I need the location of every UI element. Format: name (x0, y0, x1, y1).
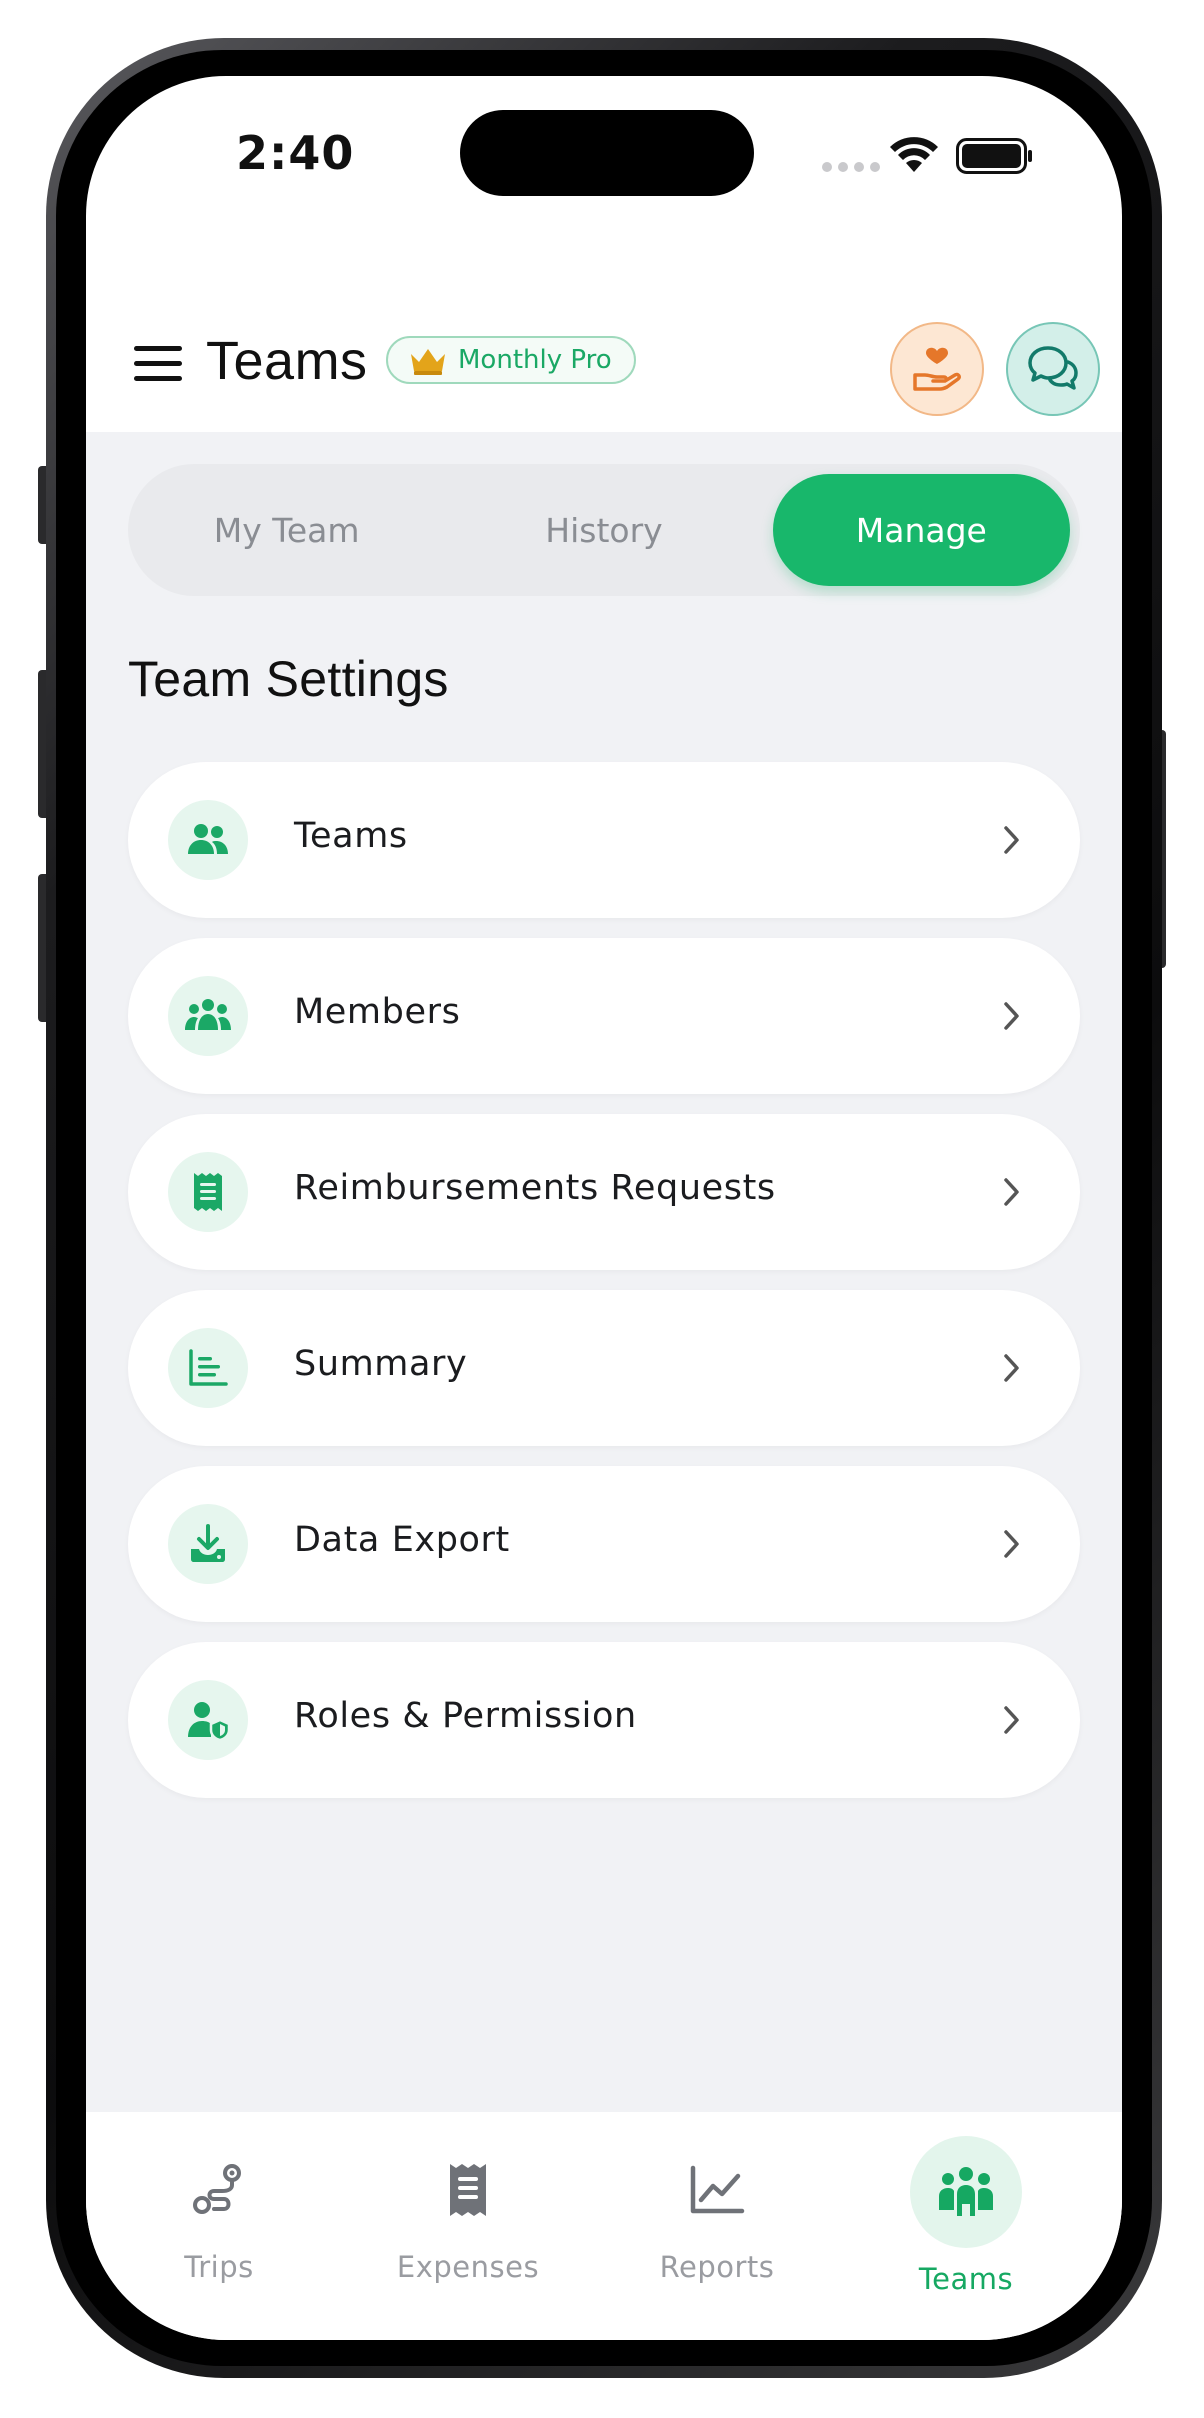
group-icon (168, 976, 248, 1056)
bottom-tab-bar: Trips Expenses Reports Teams (86, 2112, 1122, 2340)
chevron-right-icon (1004, 1354, 1019, 1382)
settings-item-label: Data Export (294, 1520, 510, 1560)
settings-list: Teams Members Reimbursements Requests Su… (128, 762, 1080, 1818)
dynamic-island (460, 110, 754, 196)
segmented-control: My Team History Manage (128, 464, 1080, 596)
chat-bubbles-icon (1028, 346, 1078, 390)
tab-reports[interactable]: Reports (617, 2132, 817, 2312)
settings-item-members[interactable]: Members (128, 938, 1080, 1094)
donate-button[interactable] (890, 322, 984, 416)
settings-item-label: Reimbursements Requests (294, 1168, 776, 1208)
chat-button[interactable] (1006, 322, 1100, 416)
tab-label: Teams (918, 2262, 1014, 2296)
tab-label: Reports (659, 2250, 775, 2284)
list-chart-icon (168, 1328, 248, 1408)
route-icon (169, 2140, 269, 2240)
page-title: Teams (206, 331, 368, 391)
tab-my-team[interactable]: My Team (138, 474, 435, 586)
user-shield-icon (168, 1680, 248, 1760)
settings-item-teams[interactable]: Teams (128, 762, 1080, 918)
device-stage: 2:40 Teams Monthly Pro My Team History M… (0, 0, 1204, 2418)
badge-label: Monthly Pro (458, 345, 612, 375)
subscription-badge[interactable]: Monthly Pro (386, 336, 636, 384)
phone-screen: 2:40 Teams Monthly Pro My Team History M… (86, 76, 1122, 2340)
chevron-right-icon (1004, 1002, 1019, 1030)
download-icon (168, 1504, 248, 1584)
settings-item-data-export[interactable]: Data Export (128, 1466, 1080, 1622)
tab-trips[interactable]: Trips (119, 2132, 319, 2312)
settings-item-roles-permission[interactable]: Roles & Permission (128, 1642, 1080, 1798)
tab-teams[interactable]: Teams (866, 2132, 1066, 2312)
tab-expenses[interactable]: Expenses (368, 2132, 568, 2312)
chevron-right-icon (1004, 1706, 1019, 1734)
chevron-right-icon (1004, 1530, 1019, 1558)
hand-heart-icon (913, 347, 961, 391)
settings-item-label: Members (294, 992, 461, 1032)
settings-item-label: Teams (294, 816, 408, 856)
receipt-icon (418, 2140, 518, 2240)
people-icon (910, 2136, 1022, 2248)
settings-item-summary[interactable]: Summary (128, 1290, 1080, 1446)
settings-item-reimbursements[interactable]: Reimbursements Requests (128, 1114, 1080, 1270)
settings-item-label: Roles & Permission (294, 1696, 637, 1736)
cellular-signal-icon (822, 162, 880, 172)
chevron-right-icon (1004, 1178, 1019, 1206)
battery-icon (956, 138, 1032, 174)
tab-manage[interactable]: Manage (772, 474, 1070, 586)
section-title: Team Settings (128, 651, 449, 707)
status-time: 2:40 (236, 126, 355, 180)
tab-history[interactable]: History (455, 474, 752, 586)
settings-item-label: Summary (294, 1344, 468, 1384)
chevron-right-icon (1004, 826, 1019, 854)
crown-icon (411, 349, 445, 375)
wifi-icon (890, 137, 938, 172)
app-header: Teams Monthly Pro (86, 246, 1122, 432)
line-chart-icon (667, 2140, 767, 2240)
tab-label: Trips (184, 2250, 254, 2284)
tab-label: Expenses (396, 2250, 540, 2284)
users-icon (168, 800, 248, 880)
hamburger-icon[interactable] (134, 344, 182, 384)
receipt-icon (168, 1152, 248, 1232)
main-content: My Team History Manage Team Settings Tea… (86, 432, 1122, 2112)
